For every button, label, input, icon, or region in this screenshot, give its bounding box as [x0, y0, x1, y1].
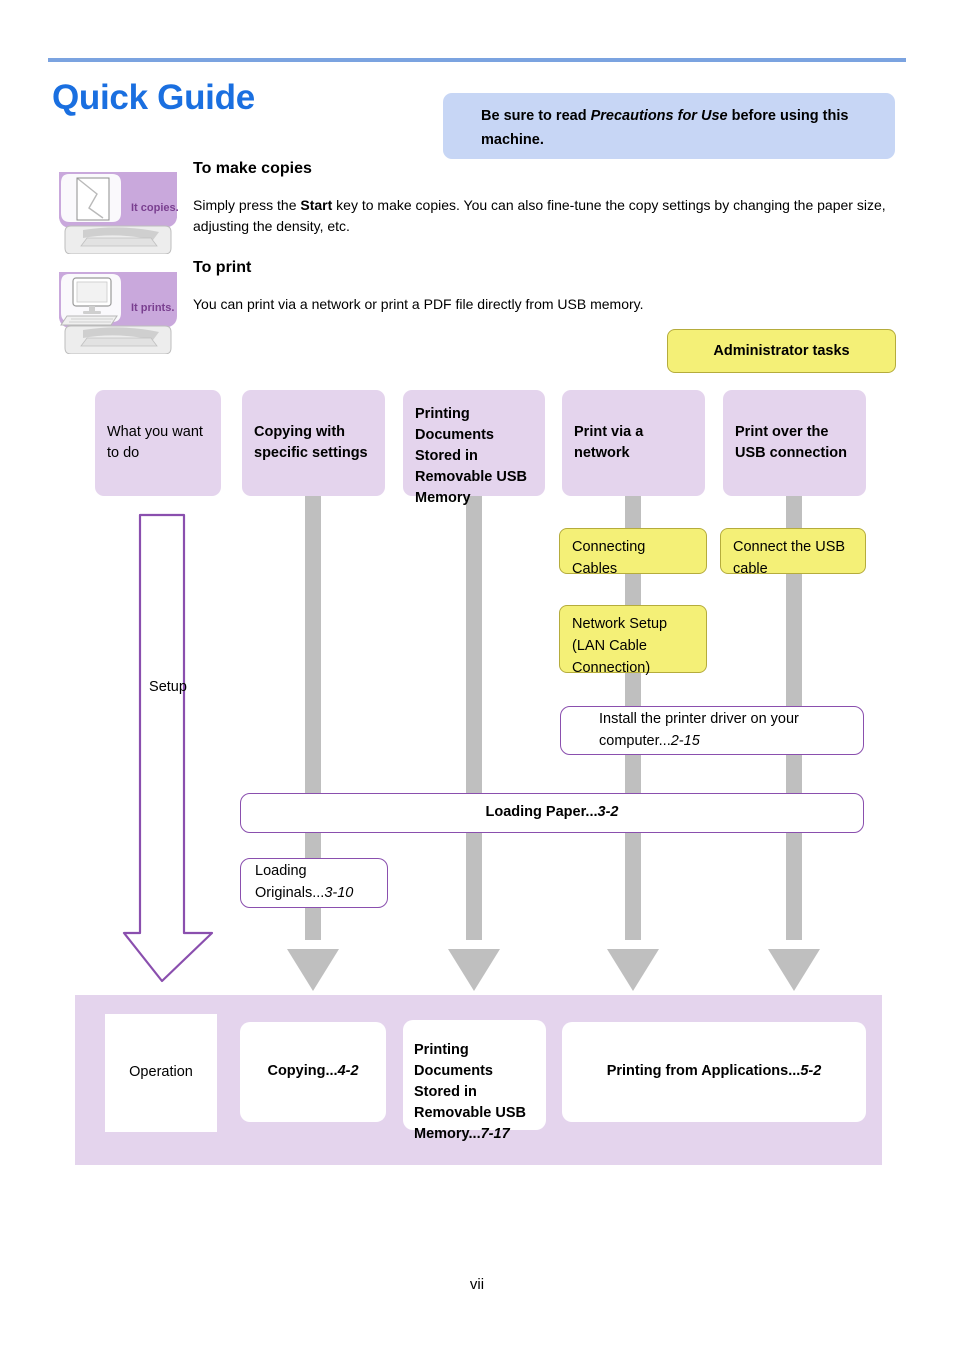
loading-paper-text: Loading Paper...: [485, 804, 598, 821]
step-connecting-cables: Connecting Cables: [559, 528, 707, 577]
step-connect-usb-cable: Connect the USB cable: [720, 528, 866, 577]
step-label: Connecting Cables: [572, 539, 646, 577]
row-label-operation-box: Operation: [105, 1014, 217, 1132]
loading-originals-wrap: Loading Originals...3-10: [255, 861, 373, 905]
column-header-print-over-usb: Print over the USB connection: [723, 390, 866, 496]
setup-flow-arrow: [122, 513, 214, 983]
row-label-setup: Setup: [149, 679, 187, 695]
step-label: Network Setup (LAN Cable Connection): [572, 616, 668, 676]
column-header-label: Print over the USB connection: [735, 423, 847, 461]
operation-apps-text: Printing from Applications...: [606, 1063, 801, 1080]
arrowhead-network: [607, 941, 659, 991]
document-page: Quick Guide Be sure to read Precautions …: [0, 0, 954, 1350]
workflow-diagram: Administrator tasks What you want to do …: [0, 0, 954, 1350]
column-header-label: Copying with specific settings: [254, 423, 368, 461]
arrowhead-usb-connection: [768, 941, 820, 991]
column-header-copying-specific-settings: Copying with specific settings: [242, 390, 385, 496]
connector-track-usb-memory: [466, 490, 482, 940]
operation-copying: Copying... 4-2: [240, 1022, 386, 1122]
loading-originals-text: Loading Originals...: [255, 863, 325, 901]
column-header-label: Printing Documents Stored in Removable U…: [415, 406, 528, 507]
step-label: Connect the USB cable: [733, 539, 846, 577]
step-install-printer-driver: Install the printer driver on your compu…: [560, 706, 864, 755]
step-loading-originals: Loading Originals...3-10: [240, 858, 388, 908]
install-driver-wrap: Install the printer driver on your compu…: [599, 709, 849, 753]
loading-paper-ref: 3-2: [597, 804, 619, 821]
column-header-label: What you want to do: [107, 423, 203, 461]
install-driver-ref: 2-15: [670, 732, 700, 749]
column-header-print-via-network: Print via a network: [562, 390, 705, 496]
column-header-printing-usb-memory: Printing Documents Stored in Removable U…: [403, 390, 545, 506]
step-network-setup: Network Setup (LAN Cable Connection): [559, 605, 707, 676]
administrator-tasks-badge: Administrator tasks: [667, 329, 896, 373]
step-loading-paper: Loading Paper... 3-2: [240, 793, 864, 833]
column-header-what-you-want-to-do: What you want to do: [95, 390, 221, 496]
operation-copying-ref: 4-2: [337, 1063, 359, 1080]
operation-apps-ref: 5-2: [800, 1063, 822, 1080]
loading-originals-ref: 3-10: [324, 885, 354, 901]
operation-copying-text: Copying...: [267, 1063, 338, 1080]
arrowhead-usb-memory: [448, 941, 500, 991]
operation-usb-ref: 7-17: [480, 1126, 510, 1143]
row-label-operation: Operation: [129, 1064, 193, 1081]
page-number: vii: [469, 1276, 485, 1293]
operation-usb-memory-print: Printing Documents Stored in Removable U…: [403, 1020, 546, 1142]
column-header-label: Print via a network: [574, 423, 644, 461]
arrowhead-copying: [287, 941, 339, 991]
operation-usb-wrap: Printing Documents Stored in Removable U…: [414, 1040, 538, 1145]
operation-printing-from-applications: Printing from Applications... 5-2: [562, 1022, 866, 1122]
